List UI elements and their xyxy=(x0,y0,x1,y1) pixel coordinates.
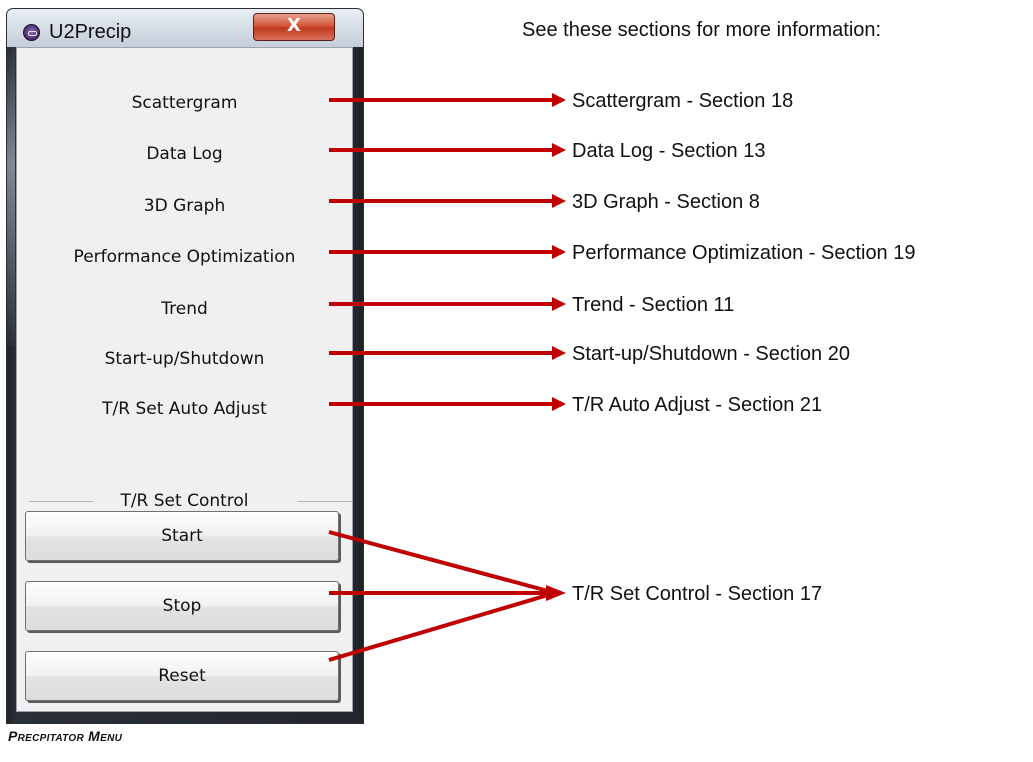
ref-trend: Trend - Section 11 xyxy=(572,294,735,316)
arrow-performance-optimization xyxy=(329,245,566,259)
arrow-tr-set-control-head xyxy=(546,585,566,601)
ref-scattergram: Scattergram - Section 18 xyxy=(572,90,794,112)
arrow-data-log xyxy=(329,143,566,157)
arrow-start-line xyxy=(328,530,549,593)
ref-data-log: Data Log - Section 13 xyxy=(572,140,766,162)
arrow-startup-shutdown xyxy=(329,346,566,360)
arrow-3d-graph xyxy=(329,194,566,208)
ref-3d-graph: 3D Graph - Section 8 xyxy=(572,191,760,213)
ref-tr-auto-adjust: T/R Auto Adjust - Section 21 xyxy=(572,394,823,416)
ref-performance-optimization: Performance Optimization - Section 19 xyxy=(572,242,916,264)
annotation-arrows xyxy=(328,93,566,662)
ref-tr-set-control: T/R Set Control - Section 17 xyxy=(572,583,823,605)
ref-startup-shutdown: Start-up/Shutdown - Section 20 xyxy=(572,343,850,365)
arrow-scattergram xyxy=(329,93,566,107)
info-header: See these sections for more information: xyxy=(522,19,882,41)
arrow-trend xyxy=(329,297,566,311)
arrow-reset-line xyxy=(328,593,549,662)
arrow-tr-auto-adjust xyxy=(329,397,566,411)
